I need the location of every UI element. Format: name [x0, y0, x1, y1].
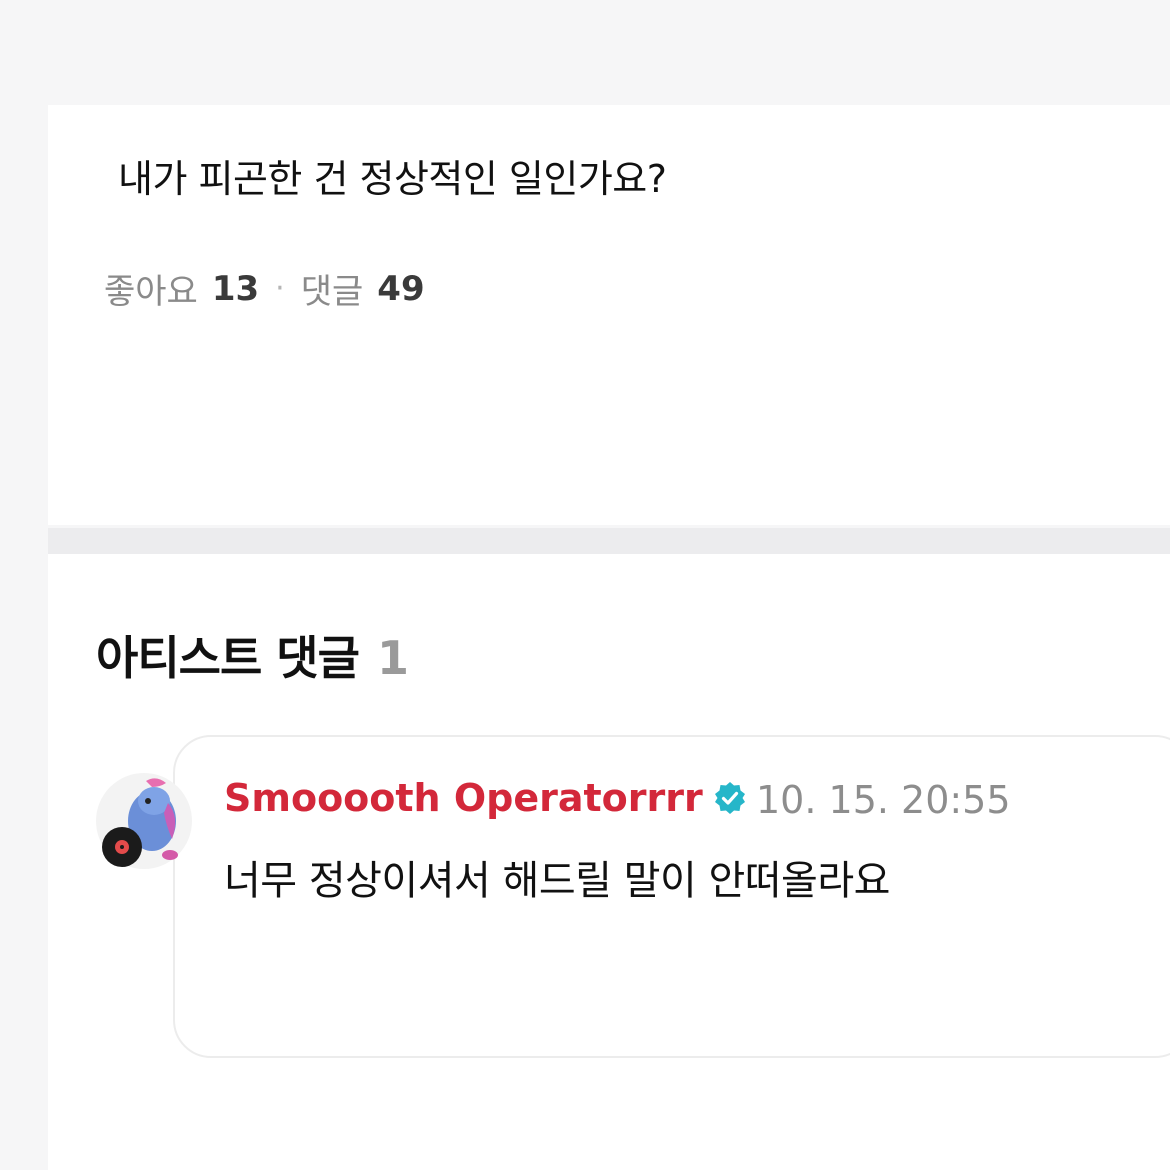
verified-badge-icon — [714, 782, 745, 814]
meta-separator: · — [275, 271, 285, 306]
comment-text: 너무 정상이셔서 해드릴 말이 안떠올라요 — [224, 858, 890, 904]
artist-comments-label: 아티스트 댓글 — [96, 631, 360, 685]
comment-time: 10. 15. 20:55 — [756, 778, 1011, 822]
avatar-illustration-icon — [102, 778, 178, 867]
page: 내가 피곤한 건 정상적인 일인가요? 좋아요 13 · 댓글 49 아티스트 … — [0, 0, 1170, 1170]
comment-author[interactable]: Smooooth Operatorrrr — [224, 776, 747, 820]
artist-comments-count: 1 — [376, 631, 409, 685]
comments-count: 49 — [377, 268, 425, 309]
comments-label[interactable]: 댓글 — [301, 264, 364, 313]
avatar[interactable] — [96, 773, 192, 869]
section-divider — [48, 528, 1170, 554]
likes-count: 13 — [211, 268, 260, 309]
post-meta: 좋아요 13 · 댓글 49 — [104, 264, 425, 313]
artist-comments-title: 아티스트 댓글 1 — [96, 622, 409, 688]
likes-label[interactable]: 좋아요 — [104, 264, 198, 313]
post-text: 내가 피곤한 건 정상적인 일인가요? — [118, 157, 667, 201]
comment-author-name[interactable]: Smooooth Operatorrrr — [224, 776, 703, 820]
